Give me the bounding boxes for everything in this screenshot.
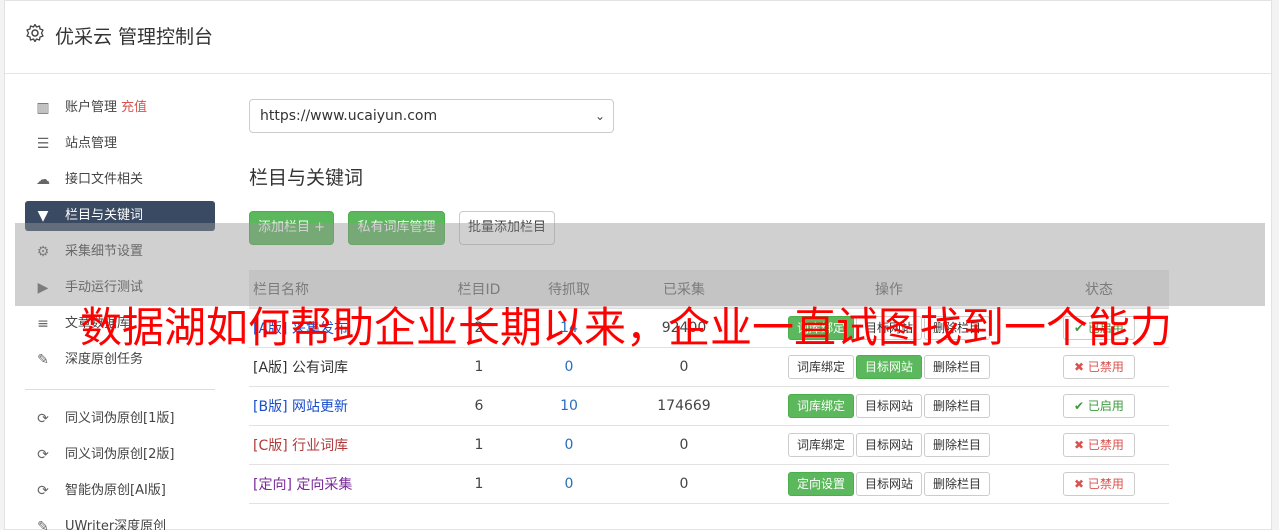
sidebar-item[interactable]: ☰ 站点管理 — [25, 129, 215, 159]
filter-icon: ▼ — [37, 208, 49, 224]
delete-column-button[interactable]: 删除栏目 — [924, 471, 991, 496]
site-select-value: https://www.ucaiyun.com — [260, 108, 438, 124]
column-name-link[interactable]: [A版] 公有词库 — [253, 360, 348, 376]
collected-count: 174669 — [619, 386, 749, 426]
sidebar-item-label: 接口文件相关 — [65, 172, 144, 187]
pending-count: 10 — [519, 386, 619, 426]
actions-cell: 定向设置 目标网站 删除栏目 — [749, 464, 1029, 504]
delete-column-button[interactable]: 删除栏目 — [924, 393, 991, 418]
pending-count: 0 — [519, 464, 619, 504]
refresh-icon: ⟳ — [37, 483, 49, 499]
status-label: 已禁用 — [1087, 476, 1124, 491]
database-icon: ≡ — [37, 316, 49, 332]
status-toggle-button[interactable]: ✖ 已禁用 — [1063, 354, 1135, 379]
page-title: 优采云 管理控制台 — [55, 26, 214, 48]
target-site-button[interactable]: 目标网站 — [855, 471, 922, 496]
collected-count: 0 — [619, 425, 749, 465]
status-cell: ✖ 已禁用 — [1029, 425, 1169, 465]
sidebar-item[interactable]: ⟳ 智能伪原创[AI版] — [25, 476, 215, 506]
overlay-watermark-text: 数据湖如何帮助企业长期以来，企业一直试图找到一个能力 — [80, 303, 1173, 352]
sidebar-item-label: 栏目与关键词 — [65, 208, 144, 223]
gear-icon — [26, 23, 44, 43]
overlay-band — [15, 223, 1265, 306]
column-name-link[interactable]: [B版] 网站更新 — [253, 399, 348, 415]
delete-column-button[interactable]: 删除栏目 — [924, 432, 991, 457]
sidebar-item-label: UWriter深度原创 — [65, 519, 167, 530]
edit-icon: ✎ — [37, 352, 49, 368]
status-toggle-button[interactable]: ✖ 已禁用 — [1063, 471, 1135, 496]
table-row: [C版] 行业词库 1 0 0 词库绑定 目标网站 删除栏目 ✖ 已禁用 — [249, 425, 1169, 465]
sidebar-item[interactable]: ☁ 接口文件相关 — [25, 165, 215, 195]
bind-lib-button[interactable]: 词库绑定 — [787, 432, 854, 457]
collected-count: 0 — [619, 464, 749, 504]
table-row: [定向] 定向采集 1 0 0 定向设置 目标网站 删除栏目 ✖ 已禁用 — [249, 464, 1169, 504]
target-site-button[interactable]: 目标网站 — [855, 432, 922, 457]
column-id: 1 — [439, 425, 519, 465]
target-site-button[interactable]: 目标网站 — [855, 354, 922, 379]
sidebar-item-label: 站点管理 — [65, 136, 118, 151]
sidebar-item-label: 账户管理 — [65, 100, 118, 115]
bar-chart-icon: ▥ — [36, 100, 50, 116]
status-toggle-button[interactable]: ✖ 已禁用 — [1063, 432, 1135, 457]
status-label: 已禁用 — [1087, 359, 1124, 374]
check-icon: ✔ — [1074, 398, 1088, 413]
section-title: 栏目与关键词 — [249, 167, 364, 189]
sidebar-item-label: 同义词伪原创[2版] — [65, 447, 175, 462]
sidebar-divider — [25, 389, 215, 390]
status-label: 已禁用 — [1087, 437, 1124, 452]
delete-column-button[interactable]: 删除栏目 — [924, 354, 991, 379]
column-id: 1 — [439, 464, 519, 504]
close-icon: ✖ — [1074, 476, 1088, 491]
column-name-link[interactable]: [定向] 定向采集 — [253, 477, 352, 493]
sidebar-item-label: 同义词伪原创[1版] — [65, 411, 175, 426]
status-label: 已启用 — [1087, 398, 1124, 413]
refresh-icon: ⟳ — [37, 447, 49, 463]
chevron-down-icon: ⌄ — [594, 109, 605, 123]
recharge-link[interactable]: 充值 — [121, 100, 147, 115]
cloud-upload-icon: ☁ — [36, 172, 50, 188]
bind-lib-button[interactable]: 定向设置 — [787, 471, 854, 496]
target-site-button[interactable]: 目标网站 — [855, 393, 922, 418]
sidebar-item[interactable]: ▥ 账户管理 充值 — [25, 93, 215, 123]
close-icon: ✖ — [1074, 359, 1088, 374]
table-row: [B版] 网站更新 6 10 174669 词库绑定 目标网站 删除栏目 ✔ 已启用 — [249, 386, 1169, 426]
column-name-link[interactable]: [C版] 行业词库 — [253, 438, 348, 454]
bind-lib-button[interactable]: 词库绑定 — [787, 393, 854, 418]
edit-icon: ✎ — [37, 519, 49, 530]
page-header: 优采云 管理控制台 — [5, 1, 1271, 74]
status-toggle-button[interactable]: ✔ 已启用 — [1063, 393, 1135, 418]
column-id: 6 — [439, 386, 519, 426]
server-icon: ☰ — [36, 136, 50, 152]
sidebar-item[interactable]: ✎ UWriter深度原创 — [25, 512, 215, 530]
sidebar-item-label: 智能伪原创[AI版] — [65, 483, 166, 498]
status-cell: ✖ 已禁用 — [1029, 464, 1169, 504]
pending-count: 0 — [519, 425, 619, 465]
actions-cell: 词库绑定 目标网站 删除栏目 — [749, 386, 1029, 426]
refresh-icon: ⟳ — [37, 411, 49, 427]
actions-cell: 词库绑定 目标网站 删除栏目 — [749, 425, 1029, 465]
site-select[interactable]: https://www.ucaiyun.com ⌄ — [249, 99, 614, 133]
close-icon: ✖ — [1074, 437, 1088, 452]
sidebar-item[interactable]: ⟳ 同义词伪原创[2版] — [25, 440, 215, 470]
status-cell: ✔ 已启用 — [1029, 386, 1169, 426]
bind-lib-button[interactable]: 词库绑定 — [787, 354, 854, 379]
sidebar-item[interactable]: ⟳ 同义词伪原创[1版] — [25, 404, 215, 434]
